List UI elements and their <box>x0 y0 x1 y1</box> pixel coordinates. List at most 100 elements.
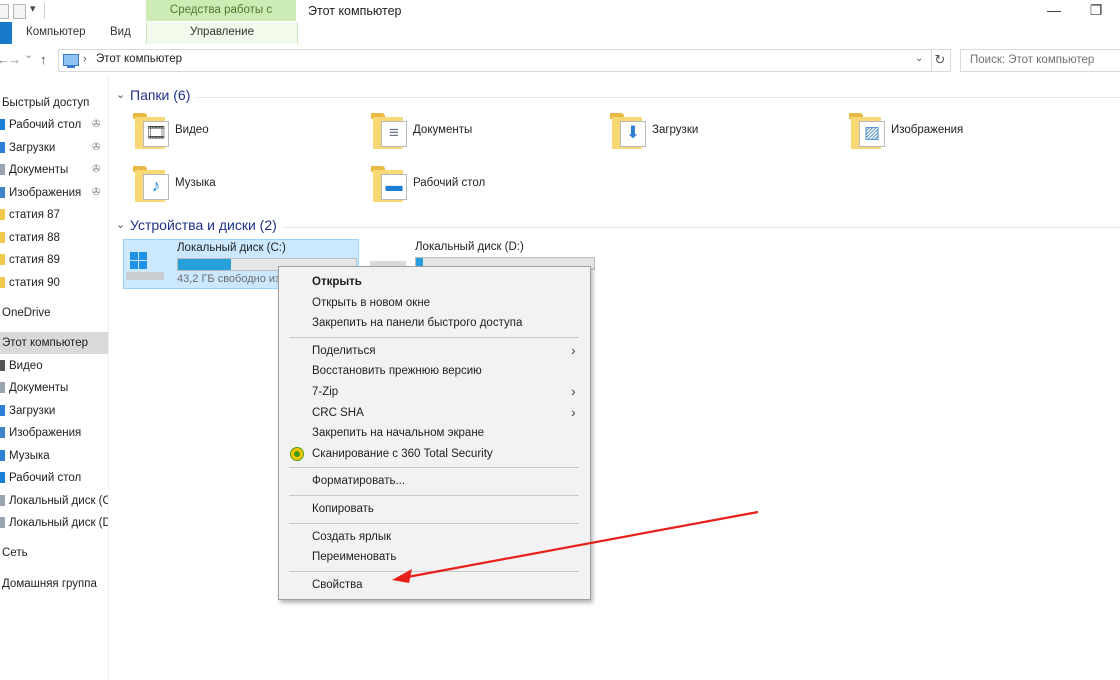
tab-view[interactable]: Вид <box>110 22 131 44</box>
quick-access-new-folder-icon[interactable] <box>13 4 26 19</box>
drives-group-header[interactable]: ⌄ Устройства и диски (2) <box>116 217 1120 237</box>
folder-tile[interactable]: ♪ Музыка <box>133 164 333 208</box>
menu-item-label: Открыть <box>312 276 362 288</box>
breadcrumb-separator-icon[interactable]: › <box>83 53 87 65</box>
sidebar-item[interactable]: Домашняя группа <box>0 573 108 595</box>
collapse-chevron-icon[interactable]: ⌄ <box>116 88 125 101</box>
folders-group-header[interactable]: ⌄ Папки (6) <box>116 87 1120 107</box>
folder-tile[interactable]: ⬇ Загрузки <box>610 111 810 155</box>
sidebar-item-label: Загрузки <box>9 405 56 417</box>
navigation-pane: Быстрый доступ Рабочий стол ✇ Загрузки ✇ Доку… <box>0 76 109 680</box>
pin-icon[interactable]: ✇ <box>92 159 100 181</box>
sidebar-item[interactable]: OneDrive <box>0 302 108 324</box>
menu-item-label: Копировать <box>312 503 374 515</box>
address-dropdown-icon[interactable]: ⌄ <box>915 53 923 64</box>
sidebar-item[interactable]: Загрузки ✇ <box>0 137 108 159</box>
sidebar-item[interactable]: Этот компьютер <box>0 332 108 354</box>
sidebar-item[interactable]: Быстрый доступ <box>0 92 108 114</box>
360-security-icon <box>290 446 304 461</box>
sidebar-item[interactable]: Локальный диск (C <box>0 490 108 512</box>
menu-item[interactable]: Открыть <box>281 272 586 292</box>
sidebar-folder-icon <box>0 142 5 153</box>
folder-tile[interactable]: 🎞 Видео <box>133 111 333 155</box>
collapse-chevron-icon[interactable]: ⌄ <box>116 218 125 231</box>
sidebar-item[interactable]: Видео <box>0 355 108 377</box>
menu-item[interactable]: Открыть в новом окне <box>281 293 586 313</box>
restore-button[interactable]: ❐ <box>1074 0 1118 22</box>
folder-label: Изображения <box>891 124 964 136</box>
menu-item[interactable]: Закрепить на панели быстрого доступа <box>281 313 586 333</box>
folder-label: Загрузки <box>652 124 699 136</box>
search-placeholder: Поиск: Этот компьютер <box>970 54 1095 66</box>
folder-tile[interactable]: ▬ Рабочий стол <box>371 164 571 208</box>
sidebar-item[interactable]: Рабочий стол <box>0 467 108 489</box>
menu-item[interactable]: CRC SHA › <box>281 403 586 423</box>
quick-access-properties-icon[interactable] <box>0 4 9 19</box>
quick-access-customize-icon[interactable]: ▾ <box>30 2 36 15</box>
sidebar-item[interactable]: Изображения <box>0 422 108 444</box>
sidebar-item[interactable]: Изображения ✇ <box>0 182 108 204</box>
refresh-button[interactable]: ↻ <box>930 49 951 72</box>
menu-separator <box>289 467 579 469</box>
menu-item[interactable]: Копировать <box>281 499 586 519</box>
sidebar-item[interactable]: Сеть <box>0 542 108 564</box>
menu-item-label: CRC SHA <box>312 406 364 419</box>
tab-computer[interactable]: Компьютер <box>26 22 86 44</box>
sidebar-item[interactable]: Загрузки <box>0 400 108 422</box>
sidebar-folder-icon <box>0 277 5 288</box>
sidebar-item-label: Видео <box>9 360 43 372</box>
pin-icon[interactable]: ✇ <box>92 182 100 204</box>
tab-manage[interactable]: Управление <box>146 22 298 44</box>
menu-item[interactable]: Закрепить на начальном экране <box>281 423 586 443</box>
sidebar-folder-icon <box>0 360 5 371</box>
sidebar-item[interactable]: Рабочий стол ✇ <box>0 114 108 136</box>
pin-icon[interactable]: ✇ <box>92 137 100 159</box>
sidebar-item-label: Быстрый доступ <box>2 97 90 109</box>
title-divider <box>44 3 45 19</box>
folder-label: Музыка <box>175 177 216 189</box>
tab-file[interactable] <box>0 22 12 44</box>
menu-item-label: Переименовать <box>312 551 397 564</box>
menu-separator <box>289 522 579 524</box>
sidebar-item[interactable]: статия 88 <box>0 227 108 249</box>
folder-tile[interactable]: ▨ Изображения <box>849 111 1049 155</box>
sidebar-folder-icon <box>0 164 5 175</box>
sidebar-item-label: статия 88 <box>9 232 60 244</box>
breadcrumb-this-pc[interactable]: Этот компьютер <box>96 53 182 65</box>
menu-item[interactable]: Поделиться › <box>281 341 586 361</box>
search-input[interactable]: Поиск: Этот компьютер <box>960 49 1120 72</box>
this-pc-icon <box>63 54 79 68</box>
sidebar-item-label: Сеть <box>2 547 28 559</box>
menu-item[interactable]: Сканирование с 360 Total Security <box>281 444 586 464</box>
ribbon-tabs: Компьютер Вид Управление <box>0 22 1120 45</box>
menu-item-label: Восстановить прежнюю версию <box>312 365 482 378</box>
sidebar-item[interactable]: статия 87 <box>0 204 108 226</box>
address-bar[interactable]: › Этот компьютер ⌄ <box>58 49 932 72</box>
sidebar-item[interactable]: Локальный диск (D <box>0 512 108 534</box>
sidebar-item[interactable]: статия 89 <box>0 249 108 271</box>
sidebar-item-label: Локальный диск (D <box>9 517 108 529</box>
sidebar-item[interactable]: Документы ✇ <box>0 159 108 181</box>
folder-tile[interactable]: ≡ Документы <box>371 111 571 155</box>
sidebar-folder-icon <box>0 187 5 198</box>
menu-item[interactable]: Форматировать... <box>281 471 586 491</box>
menu-item[interactable]: Свойства <box>281 575 586 595</box>
sidebar-item[interactable]: Музыка <box>0 445 108 467</box>
menu-item[interactable]: Восстановить прежнюю версию <box>281 361 586 381</box>
menu-item-label: 7-Zip <box>312 386 339 398</box>
sidebar-item[interactable]: статия 90 <box>0 272 108 294</box>
menu-item-label: Закрепить на панели быстрого доступа <box>312 317 523 330</box>
forward-arrow-icon[interactable]: → <box>8 52 21 67</box>
menu-item[interactable]: Создать ярлык <box>281 527 586 547</box>
menu-item[interactable]: 7-Zip › <box>281 382 586 402</box>
menu-item-label: Сканирование с 360 Total Security <box>312 447 493 460</box>
pin-icon[interactable]: ✇ <box>92 114 100 136</box>
navigation-bar: ← → ⌄ ↑ › Этот компьютер ⌄ ↻ Поиск: Этот… <box>0 44 1120 76</box>
recent-locations-icon[interactable]: ⌄ <box>24 48 33 61</box>
minimize-button[interactable]: — <box>1032 0 1076 22</box>
menu-item[interactable]: Переименовать <box>281 547 586 567</box>
up-arrow-icon[interactable]: ↑ <box>40 52 47 67</box>
menu-item-label: Закрепить на начальном экране <box>312 427 485 440</box>
sidebar-item[interactable]: Документы <box>0 377 108 399</box>
sidebar-folder-icon <box>0 450 5 461</box>
